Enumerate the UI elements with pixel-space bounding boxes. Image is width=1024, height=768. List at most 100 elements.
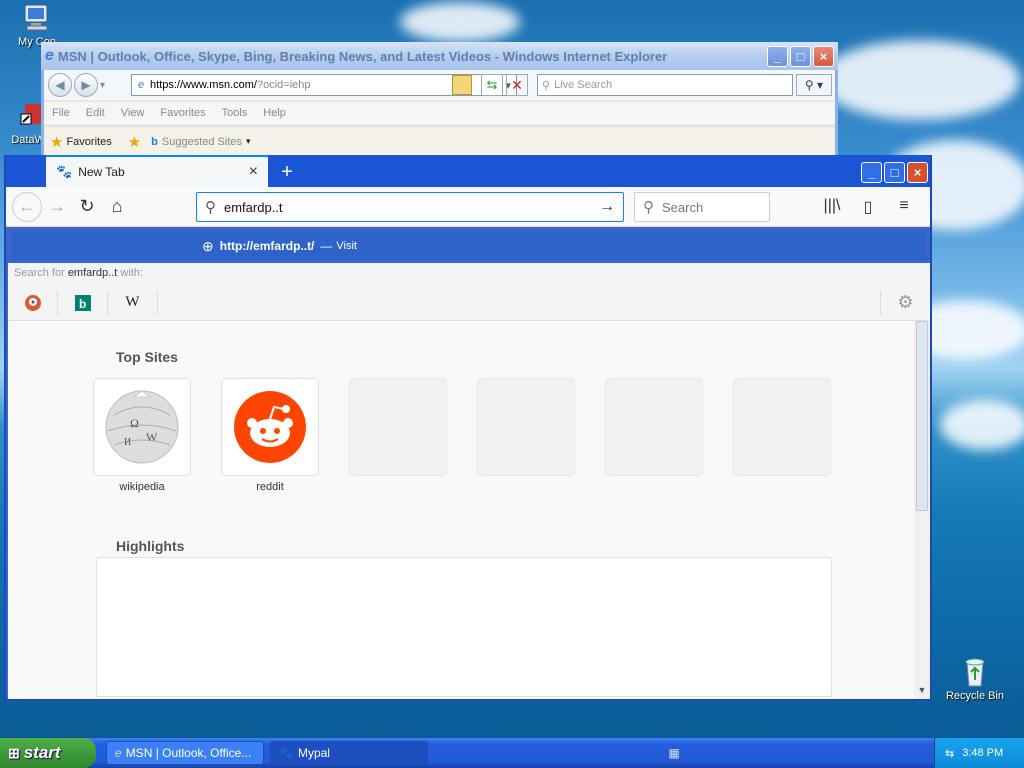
suggestion-action: Visit bbox=[336, 240, 357, 252]
taskbar: ⊞ start e MSN | Outlook, Office... 🐾 Myp… bbox=[0, 738, 1024, 768]
taskbar-item-mypal-label: Mypal bbox=[297, 746, 330, 760]
menu-icon[interactable]: ≡ bbox=[886, 197, 922, 217]
lock-icon[interactable] bbox=[452, 75, 472, 95]
ie-back-icon[interactable]: ◀ bbox=[48, 73, 72, 97]
svg-text:Ω: Ω bbox=[130, 416, 139, 430]
scrollbar-thumb[interactable] bbox=[916, 321, 928, 511]
stop-icon[interactable]: ✕ bbox=[506, 74, 528, 96]
taskbar-item-mypal[interactable]: 🐾 Mypal bbox=[270, 741, 428, 765]
windows-logo-icon: ⊞ bbox=[8, 744, 20, 761]
wikipedia-icon[interactable]: W bbox=[108, 290, 158, 315]
menu-help[interactable]: Help bbox=[255, 107, 294, 119]
firefox-window: 🐾 New Tab × + _ □ × ← → ↻ ⌂ ⚲ emfardp..t… bbox=[4, 155, 932, 701]
search-icon: ⚲ bbox=[205, 199, 216, 216]
close-button[interactable]: × bbox=[907, 161, 928, 183]
search-input[interactable]: ⚲ Search bbox=[634, 192, 770, 222]
svg-text:W: W bbox=[146, 430, 158, 444]
scrollbar[interactable]: ▼ bbox=[914, 321, 930, 699]
ie-favorites-bar: ★ Favorites ★ b Suggested Sites ▾ bbox=[44, 126, 835, 156]
highlights-title: Highlights bbox=[116, 538, 185, 554]
network-icon[interactable]: ⇆ bbox=[945, 747, 962, 760]
search-icon: ⚲ bbox=[542, 79, 551, 92]
ie-menubar: File Edit View Favorites Tools Help bbox=[44, 102, 835, 124]
favorites-star-icon: ★ bbox=[50, 133, 64, 151]
gear-icon[interactable]: ⚙ bbox=[880, 290, 930, 315]
reddit-icon bbox=[234, 391, 306, 463]
maximize-button[interactable]: □ bbox=[790, 45, 811, 67]
ie-logo-icon: e bbox=[115, 746, 122, 760]
ie-search-go-icon[interactable]: ⚲ ▾ bbox=[796, 74, 832, 96]
highlights-card bbox=[96, 557, 832, 697]
wikipedia-globe-icon: Ω W И bbox=[105, 390, 179, 464]
top-site-empty[interactable] bbox=[606, 379, 702, 475]
new-tab-button[interactable]: + bbox=[272, 157, 302, 187]
top-site-empty[interactable] bbox=[350, 379, 446, 475]
top-site-reddit-label: reddit bbox=[256, 481, 284, 493]
system-tray: ⇆ 3:48 PM bbox=[934, 738, 1024, 768]
add-favorite-icon[interactable]: ★ bbox=[122, 133, 147, 151]
page-icon: e bbox=[137, 79, 145, 91]
window-controls: _ □ × bbox=[859, 157, 930, 187]
forward-icon[interactable]: → bbox=[42, 192, 72, 222]
close-button[interactable]: × bbox=[813, 45, 834, 67]
new-tab-content: Top Sites Ω W И wikipedia reddit Highlig… bbox=[8, 321, 914, 699]
ie-window: e MSN | Outlook, Office, Skype, Bing, Br… bbox=[41, 42, 838, 162]
recycle-bin-label: Recycle Bin bbox=[945, 690, 1005, 702]
menu-file[interactable]: File bbox=[44, 107, 78, 119]
sidebar-icon[interactable]: ▯ bbox=[850, 197, 886, 217]
search-with-label: Search for emfardp..t with: bbox=[8, 263, 930, 285]
ie-search-placeholder: Live Search bbox=[554, 79, 613, 91]
tab-new-tab[interactable]: 🐾 New Tab × bbox=[46, 155, 268, 187]
top-site-wikipedia[interactable]: Ω W И bbox=[94, 379, 190, 475]
ie-forward-icon[interactable]: ▶ bbox=[74, 73, 98, 97]
maximize-button[interactable]: □ bbox=[884, 161, 905, 183]
tab-bar: 🐾 New Tab × + _ □ × bbox=[6, 155, 930, 187]
suggested-sites-button[interactable]: Suggested Sites bbox=[162, 136, 242, 148]
search-engines-bar: b W ⚙ bbox=[8, 285, 930, 321]
recycle-bin-icon[interactable]: Recycle Bin bbox=[940, 656, 1010, 702]
ie-logo-icon: e bbox=[45, 47, 54, 64]
duckduckgo-icon[interactable] bbox=[8, 290, 58, 315]
ie-search-input[interactable]: ⚲ Live Search bbox=[537, 74, 793, 96]
clock[interactable]: 3:48 PM bbox=[962, 747, 1003, 759]
scroll-down-icon[interactable]: ▼ bbox=[916, 685, 928, 697]
ie-history-dropdown-icon[interactable]: ▾ bbox=[100, 80, 105, 91]
suggestion-dash: — bbox=[320, 239, 333, 253]
bing-icon: b bbox=[151, 135, 158, 148]
url-suggestion[interactable]: ⊕ http://emfardp..t/ — Visit bbox=[12, 232, 926, 260]
top-site-empty[interactable] bbox=[478, 379, 574, 475]
top-site-reddit[interactable] bbox=[222, 379, 318, 475]
search-with-prefix: Search for bbox=[14, 267, 65, 279]
refresh-icon[interactable]: ⇆ bbox=[481, 74, 503, 96]
ie-titlebar[interactable]: e MSN | Outlook, Office, Skype, Bing, Br… bbox=[41, 42, 838, 70]
chevron-down-icon[interactable]: ▾ bbox=[242, 136, 251, 147]
menu-view[interactable]: View bbox=[113, 107, 153, 119]
taskbar-item-ie[interactable]: e MSN | Outlook, Office... bbox=[106, 741, 264, 765]
menu-tools[interactable]: Tools bbox=[214, 107, 256, 119]
url-input[interactable]: ⚲ emfardp..t → bbox=[196, 192, 624, 222]
menu-favorites[interactable]: Favorites bbox=[152, 107, 213, 119]
minimize-button[interactable]: _ bbox=[767, 45, 788, 67]
suggestion-url: http://emfardp..t/ bbox=[219, 239, 315, 253]
toolbar-right: |||\ ▯ ≡ bbox=[814, 197, 922, 217]
menu-edit[interactable]: Edit bbox=[78, 107, 113, 119]
close-tab-icon[interactable]: × bbox=[249, 163, 258, 181]
go-arrow-icon[interactable]: → bbox=[599, 198, 615, 216]
bing-icon[interactable]: b bbox=[58, 290, 108, 315]
minimize-button[interactable]: _ bbox=[861, 161, 882, 183]
globe-icon: ⊕ bbox=[202, 237, 214, 254]
home-icon[interactable]: ⌂ bbox=[102, 192, 132, 222]
top-site-empty[interactable] bbox=[734, 379, 830, 475]
mypal-icon: 🐾 bbox=[56, 164, 73, 179]
ie-window-title: MSN | Outlook, Office, Skype, Bing, Brea… bbox=[57, 48, 668, 64]
mypal-icon: 🐾 bbox=[279, 746, 294, 760]
reload-icon[interactable]: ↻ bbox=[72, 192, 102, 222]
back-icon[interactable]: ← bbox=[12, 191, 42, 222]
start-button[interactable]: ⊞ start bbox=[0, 738, 96, 768]
tab-title: New Tab bbox=[78, 165, 125, 179]
keyboard-icon[interactable]: ▦ bbox=[668, 746, 693, 760]
favorites-button[interactable]: Favorites bbox=[66, 136, 121, 148]
library-icon[interactable]: |||\ bbox=[814, 197, 850, 217]
svg-text:b: b bbox=[79, 297, 86, 311]
url-text: emfardp..t bbox=[224, 199, 283, 215]
